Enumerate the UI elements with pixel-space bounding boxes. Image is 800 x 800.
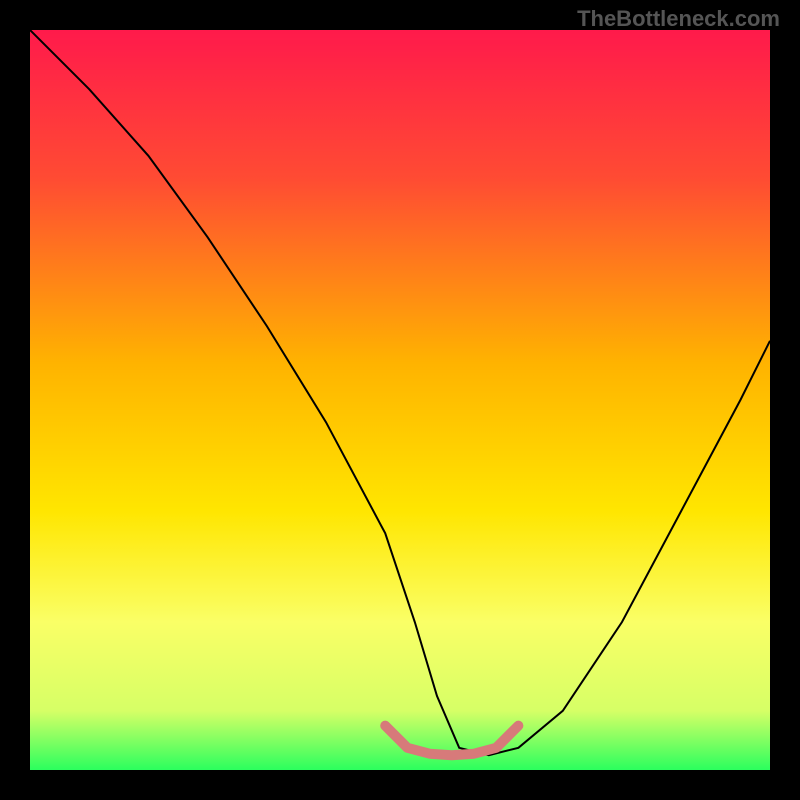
- plot-area: [30, 30, 770, 770]
- bottleneck-chart: [30, 30, 770, 770]
- chart-container: TheBottleneck.com: [0, 0, 800, 800]
- gradient-background: [30, 30, 770, 770]
- watermark-text: TheBottleneck.com: [577, 6, 780, 32]
